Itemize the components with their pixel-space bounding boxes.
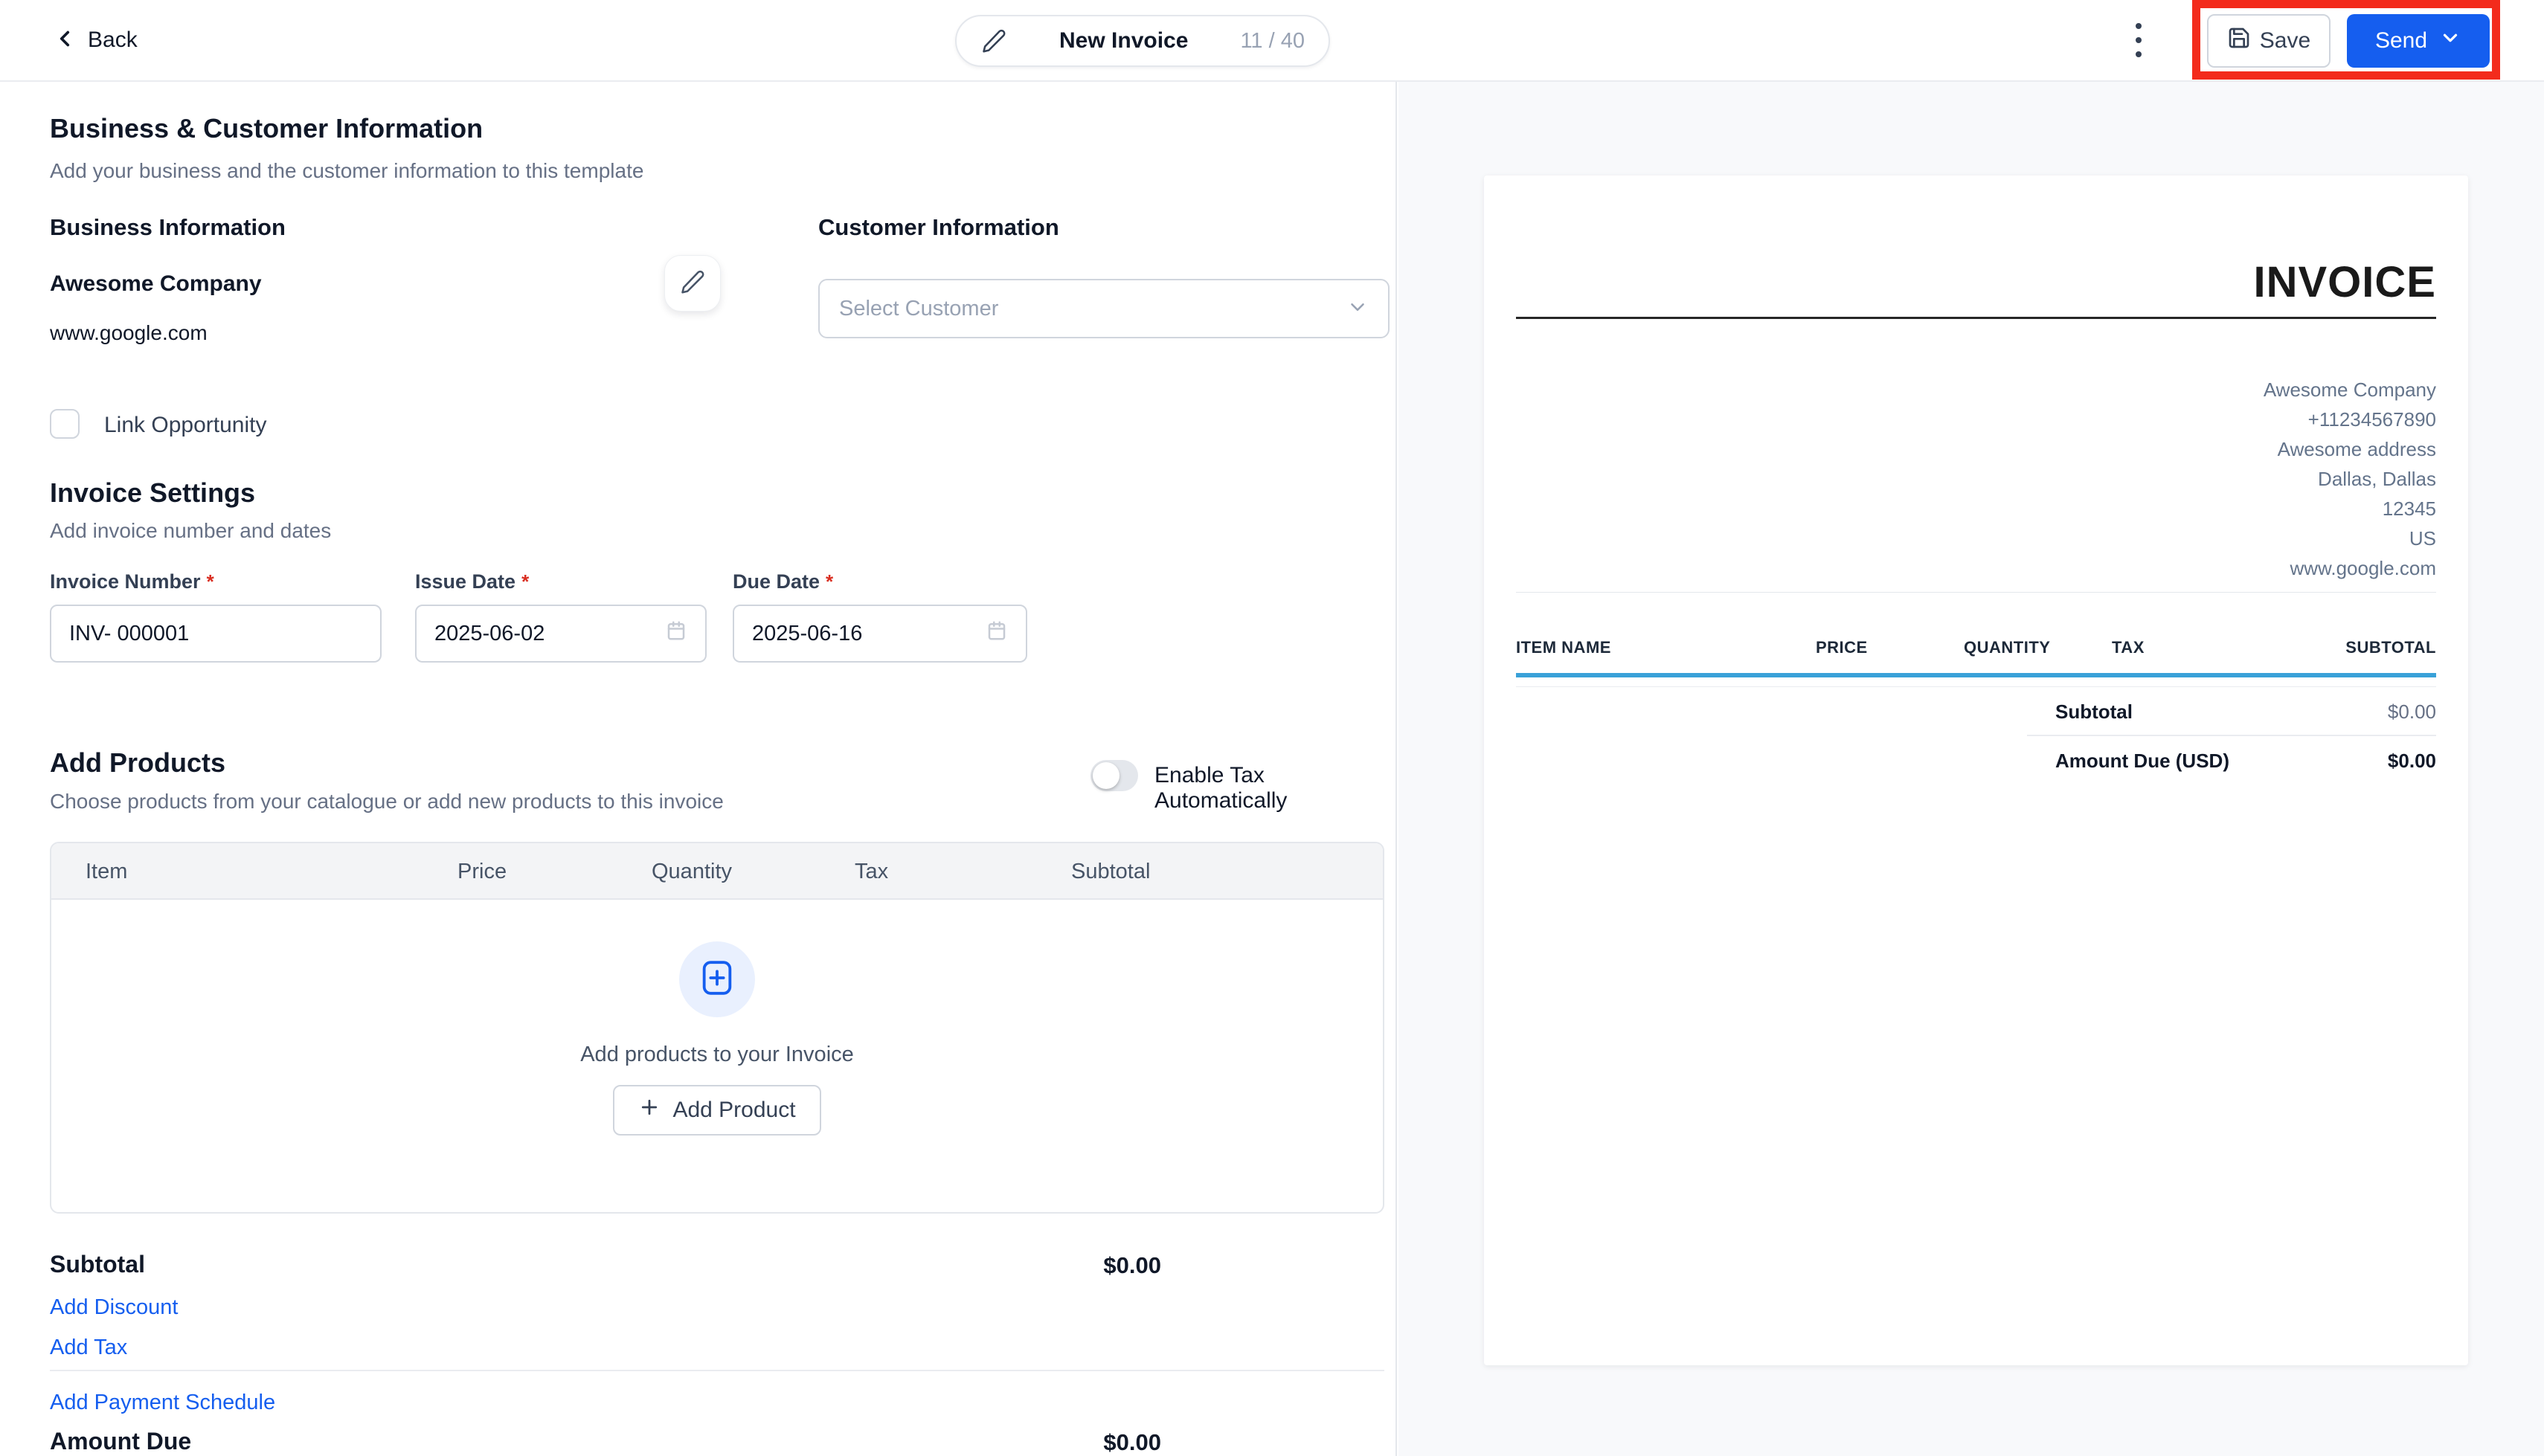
invoice-title: New Invoice [1059,28,1189,53]
required-asterisk: * [521,570,530,593]
preview-totals-divider [2027,735,2436,736]
issue-date-label: Issue Date * [415,570,530,593]
select-customer-placeholder: Select Customer [839,296,999,320]
preview-column-tax: TAX [2112,638,2145,657]
more-options-kebab-menu[interactable] [2120,0,2157,80]
column-tax: Tax [855,860,889,883]
preview-address-divider [1516,592,2436,593]
invoice-title-pill[interactable]: New Invoice 11 / 40 [955,15,1330,67]
add-products-subtitle: Choose products from your catalogue or a… [50,790,724,813]
invoice-number-input[interactable]: INV- 000001 [50,605,382,663]
address-line: www.google.com [2290,557,2436,579]
link-opportunity-checkbox[interactable] [50,409,80,439]
column-price: Price [457,860,507,883]
preview-column-subtotal: SUBTOTAL [2345,638,2436,657]
preview-column-quantity: QUANTITY [1964,638,2051,657]
section-heading-business-customer: Business & Customer Information [50,113,484,144]
products-empty-state: Add products to your Invoice Add Product [51,900,1383,1212]
business-name: Awesome Company [50,271,262,296]
subtotal-value: $0.00 [1103,1252,1161,1278]
column-subtotal: Subtotal [1071,860,1151,883]
plus-icon [638,1096,661,1124]
amount-due-value: $0.00 [1103,1429,1161,1455]
invoice-settings-subtitle: Add invoice number and dates [50,519,332,542]
address-line: 12345 [2382,497,2436,520]
customer-information-heading: Customer Information [818,214,1059,240]
pencil-icon [679,268,706,299]
section-subtitle-business-customer: Add your business and the customer infor… [50,159,644,182]
summary-divider [50,1370,1384,1371]
chevron-left-icon [52,26,77,55]
chevron-down-icon [1346,296,1369,322]
send-label: Send [2374,28,2428,53]
invoice-editor-panel: Business & Customer Information Add your… [0,82,1397,1456]
preview-amount-due-label: Amount Due (USD) [2055,750,2229,772]
column-quantity: Quantity [652,860,732,883]
add-product-icon-halo[interactable] [679,941,755,1017]
add-payment-schedule-link[interactable]: Add Payment Schedule [50,1391,275,1415]
invoice-preview-panel: INVOICE Awesome Company +11234567890 Awe… [1398,82,2544,1456]
preview-column-item-name: ITEM NAME [1516,638,1611,657]
edit-business-info-button[interactable] [664,255,721,312]
add-product-button[interactable]: Add Product [613,1085,821,1136]
products-table: Item Price Quantity Tax Subtotal Add pro… [50,842,1384,1214]
link-opportunity-label: Link Opportunity [104,413,267,437]
save-label: Save [2259,28,2311,53]
chevron-down-icon [2439,27,2461,55]
preview-invoice-title: INVOICE [2253,258,2436,306]
business-website: www.google.com [50,321,208,344]
invoice-preview-card: INVOICE Awesome Company +11234567890 Awe… [1484,175,2468,1365]
required-asterisk: * [826,570,834,593]
enable-tax-label: Enable Tax Automatically [1154,763,1288,813]
preview-subtotal-value: $0.00 [2387,700,2436,723]
preview-subtotal-label: Subtotal [2055,700,2133,723]
add-products-heading: Add Products [50,747,226,778]
preview-header-divider [1516,686,2436,687]
back-label: Back [88,28,138,52]
edit-title-pencil-icon[interactable] [980,28,1007,54]
preview-business-address: Awesome Company +11234567890 Awesome add… [2264,375,2436,583]
invoice-settings-heading: Invoice Settings [50,477,256,508]
calendar-icon [986,619,1008,648]
address-line: US [2409,527,2436,550]
address-line: +11234567890 [2307,408,2436,431]
toggle-knob [1093,762,1120,789]
column-item: Item [86,860,128,883]
send-button[interactable]: Send [2347,14,2490,68]
save-button[interactable]: Save [2207,14,2331,68]
select-customer-dropdown[interactable]: Select Customer [818,279,1390,338]
preview-header-blue-rule [1516,673,2436,677]
address-line: Dallas, Dallas [2318,468,2436,490]
enable-tax-toggle[interactable] [1090,760,1138,791]
plus-square-icon [701,959,733,1001]
add-product-label: Add Product [672,1098,796,1122]
title-char-counter: 11 / 40 [1240,28,1305,53]
empty-products-message: Add products to your Invoice [580,1043,854,1066]
add-discount-link[interactable]: Add Discount [50,1295,179,1320]
add-tax-link[interactable]: Add Tax [50,1336,127,1360]
invoice-number-value: INV- 000001 [69,621,190,645]
calendar-icon [665,619,687,648]
due-date-value: 2025-06-16 [752,621,863,645]
due-date-input[interactable]: 2025-06-16 [733,605,1027,663]
save-floppy-icon [2227,26,2251,56]
due-date-label: Due Date * [733,570,834,593]
issue-date-value: 2025-06-02 [434,621,545,645]
address-line: Awesome address [2277,438,2436,460]
invoice-number-label: Invoice Number * [50,570,214,593]
preview-title-rule [1516,317,2436,319]
address-line: Awesome Company [2263,379,2436,401]
preview-amount-due-value: $0.00 [2387,750,2436,772]
back-button[interactable]: Back [52,0,138,80]
business-information-heading: Business Information [50,214,286,240]
top-bar: Back New Invoice 11 / 40 Save Send [0,0,2544,82]
products-table-header: Item Price Quantity Tax Subtotal [51,843,1383,900]
issue-date-input[interactable]: 2025-06-02 [415,605,707,663]
preview-column-price: PRICE [1816,638,1868,657]
required-asterisk: * [206,570,214,593]
preview-table-header: ITEM NAME PRICE QUANTITY TAX SUBTOTAL [1516,638,2436,660]
